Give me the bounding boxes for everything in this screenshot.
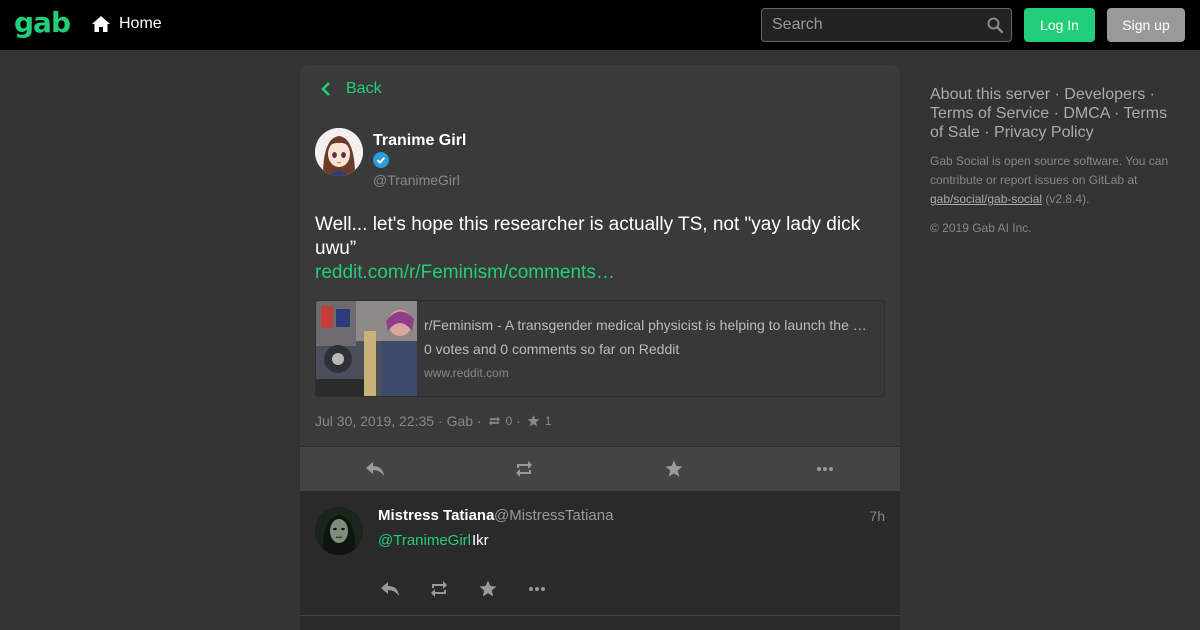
top-navigation-bar: gab Home Log In Sign up <box>0 0 1200 50</box>
link-preview-card[interactable]: r/Feminism - A transgender medical physi… <box>315 300 885 397</box>
anime-avatar-image <box>315 128 363 176</box>
footer-link-dmca[interactable]: DMCA <box>1063 105 1109 122</box>
favorite-count[interactable]: 1 <box>545 414 552 428</box>
back-button[interactable]: Back <box>320 80 382 98</box>
reply-icon[interactable] <box>380 580 400 597</box>
star-icon <box>527 415 540 427</box>
footer-link-developers[interactable]: Developers <box>1064 86 1145 103</box>
open-source-text: Gab Social is open source software. You … <box>930 154 1169 187</box>
reply-author-handle[interactable]: @MistressTatiana <box>494 507 613 524</box>
chevron-left-icon <box>321 82 330 96</box>
status-action-bar <box>300 446 900 491</box>
repository-link[interactable]: gab/social/gab-social <box>930 192 1042 206</box>
star-icon[interactable] <box>478 580 498 597</box>
repost-icon[interactable] <box>514 460 534 478</box>
next-status-stub <box>300 616 900 630</box>
footer-link-about[interactable]: About this server <box>930 86 1050 103</box>
status-detail-card: Back Tranime Girl @TranimeGirl Well... l… <box>300 65 900 491</box>
home-label: Home <box>119 15 162 32</box>
reply-text: Ikr <box>472 532 489 549</box>
link-preview-title: r/Feminism - A transgender medical physi… <box>424 317 874 333</box>
footer-links: About this server · Developers · Terms o… <box>930 86 1168 141</box>
home-link[interactable]: Home <box>92 15 162 33</box>
meta-separator: · <box>473 413 482 429</box>
status-text: Well... let's hope this researcher is ac… <box>315 214 861 259</box>
back-label: Back <box>346 80 382 97</box>
repost-icon <box>488 416 500 426</box>
reply-icon[interactable] <box>365 460 385 478</box>
status-timestamp[interactable]: Jul 30, 2019, 22:35 <box>315 413 434 429</box>
author-handle[interactable]: @TranimeGirl <box>373 172 460 188</box>
verified-badge-icon <box>373 152 389 168</box>
more-options-icon[interactable] <box>815 460 835 478</box>
avatar[interactable] <box>315 507 363 555</box>
search-box <box>761 8 1012 42</box>
footer-link-terms-of-service[interactable]: Terms of Service <box>930 105 1049 122</box>
link-preview-thumbnail <box>316 301 417 396</box>
repost-count[interactable]: 0 <box>506 414 513 428</box>
meta-separator: · <box>512 413 521 429</box>
reply-timestamp[interactable]: 7h <box>869 508 885 524</box>
link-preview-domain: www.reddit.com <box>424 366 509 380</box>
reply-mention-link[interactable]: @TranimeGirl <box>378 532 471 549</box>
status-source: Gab <box>446 413 474 429</box>
link-preview-description: 0 votes and 0 comments so far on Reddit <box>424 341 680 357</box>
reply-author-name[interactable]: Mistress Tatiana <box>378 507 494 524</box>
footer-link-privacy-policy[interactable]: Privacy Policy <box>994 124 1094 141</box>
open-source-note: Gab Social is open source software. You … <box>930 152 1180 209</box>
sidebar-footer: About this server · Developers · Terms o… <box>930 85 1180 235</box>
repost-icon[interactable] <box>429 580 449 597</box>
gab-logo[interactable]: gab <box>14 6 71 39</box>
copyright: © 2019 Gab AI Inc. <box>930 221 1032 235</box>
signup-button[interactable]: Sign up <box>1107 8 1185 42</box>
version-text: (v2.8.4). <box>1045 192 1090 206</box>
reply-avatar-image <box>315 507 363 555</box>
search-input[interactable] <box>762 9 982 41</box>
login-button[interactable]: Log In <box>1024 8 1095 42</box>
star-icon[interactable] <box>664 460 684 478</box>
author-display-name[interactable]: Tranime Girl <box>373 132 466 150</box>
avatar[interactable] <box>315 128 363 176</box>
reply-status[interactable]: Mistress Tatiana @MistressTatiana 7h @Tr… <box>300 491 900 616</box>
more-options-icon[interactable] <box>527 580 547 597</box>
meta-separator: · <box>434 413 447 429</box>
status-meta: Jul 30, 2019, 22:35 · Gab · 0 · 1 <box>315 413 552 429</box>
search-icon[interactable] <box>987 17 1003 33</box>
home-icon <box>92 16 110 32</box>
status-link[interactable]: reddit.com/r/Feminism/comments… <box>315 261 615 285</box>
